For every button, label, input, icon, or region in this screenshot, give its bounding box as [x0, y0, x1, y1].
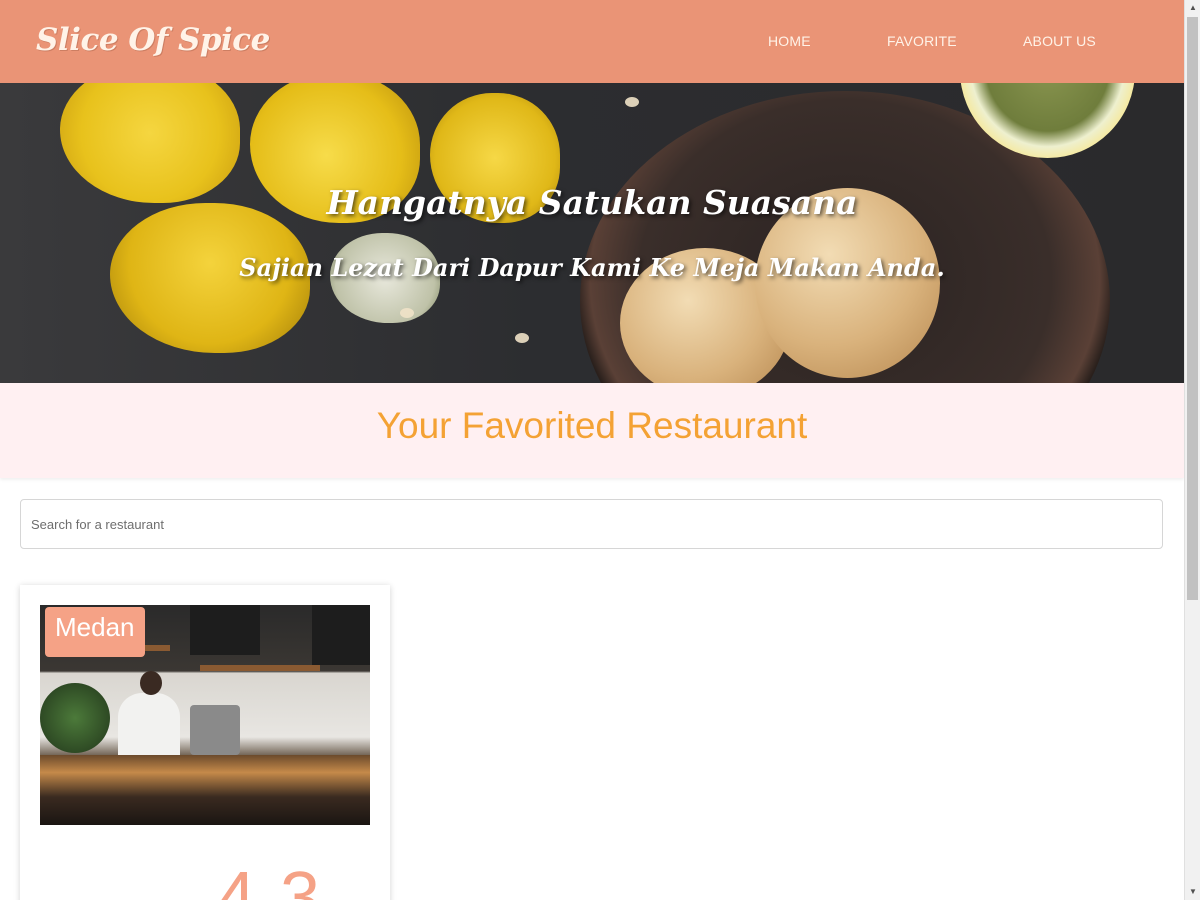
- restaurant-card[interactable]: Medan 4.3: [20, 585, 390, 900]
- restaurant-rating: 4.3: [216, 858, 323, 900]
- nav-link-about-us[interactable]: ABOUT US: [1023, 33, 1096, 49]
- hero-title: Hangatnya Satukan Suasana: [326, 183, 858, 222]
- chef-figure-decoration: [118, 693, 180, 763]
- menu-board-decoration: [312, 605, 370, 665]
- plant-decoration: [40, 683, 110, 753]
- main-nav: HOME FAVORITE ABOUT US: [0, 33, 1184, 53]
- nav-link-favorite[interactable]: FAVORITE: [887, 33, 957, 49]
- menu-board-decoration: [190, 605, 260, 655]
- hero-banner: Hangatnya Satukan Suasana Sajian Lezat D…: [0, 83, 1184, 383]
- coffee-machine-decoration: [190, 705, 240, 755]
- hero-subtitle: Sajian Lezat Dari Dapur Kami Ke Meja Mak…: [239, 253, 945, 282]
- site-header: Slice Of Spice HOME FAVORITE ABOUT US: [0, 0, 1184, 83]
- scroll-thumb[interactable]: [1187, 17, 1198, 600]
- page-scrollbar[interactable]: ▲ ▼: [1184, 0, 1200, 900]
- restaurant-search-input[interactable]: [20, 499, 1163, 549]
- chef-head-decoration: [140, 671, 162, 695]
- section-title: Your Favorited Restaurant: [376, 405, 808, 446]
- petal-decoration: [515, 333, 529, 343]
- petal-decoration: [625, 97, 639, 107]
- page: Slice Of Spice HOME FAVORITE ABOUT US Ha…: [0, 0, 1184, 900]
- scroll-down-arrow-icon[interactable]: ▼: [1185, 884, 1200, 900]
- nav-link-home[interactable]: HOME: [768, 33, 811, 49]
- shelf-decoration: [200, 665, 320, 671]
- favorites-header: Your Favorited Restaurant: [0, 383, 1184, 478]
- food-counter-decoration: [40, 755, 370, 825]
- scroll-up-arrow-icon[interactable]: ▲: [1185, 0, 1200, 16]
- city-badge: Medan: [45, 607, 145, 657]
- petal-decoration: [400, 308, 414, 318]
